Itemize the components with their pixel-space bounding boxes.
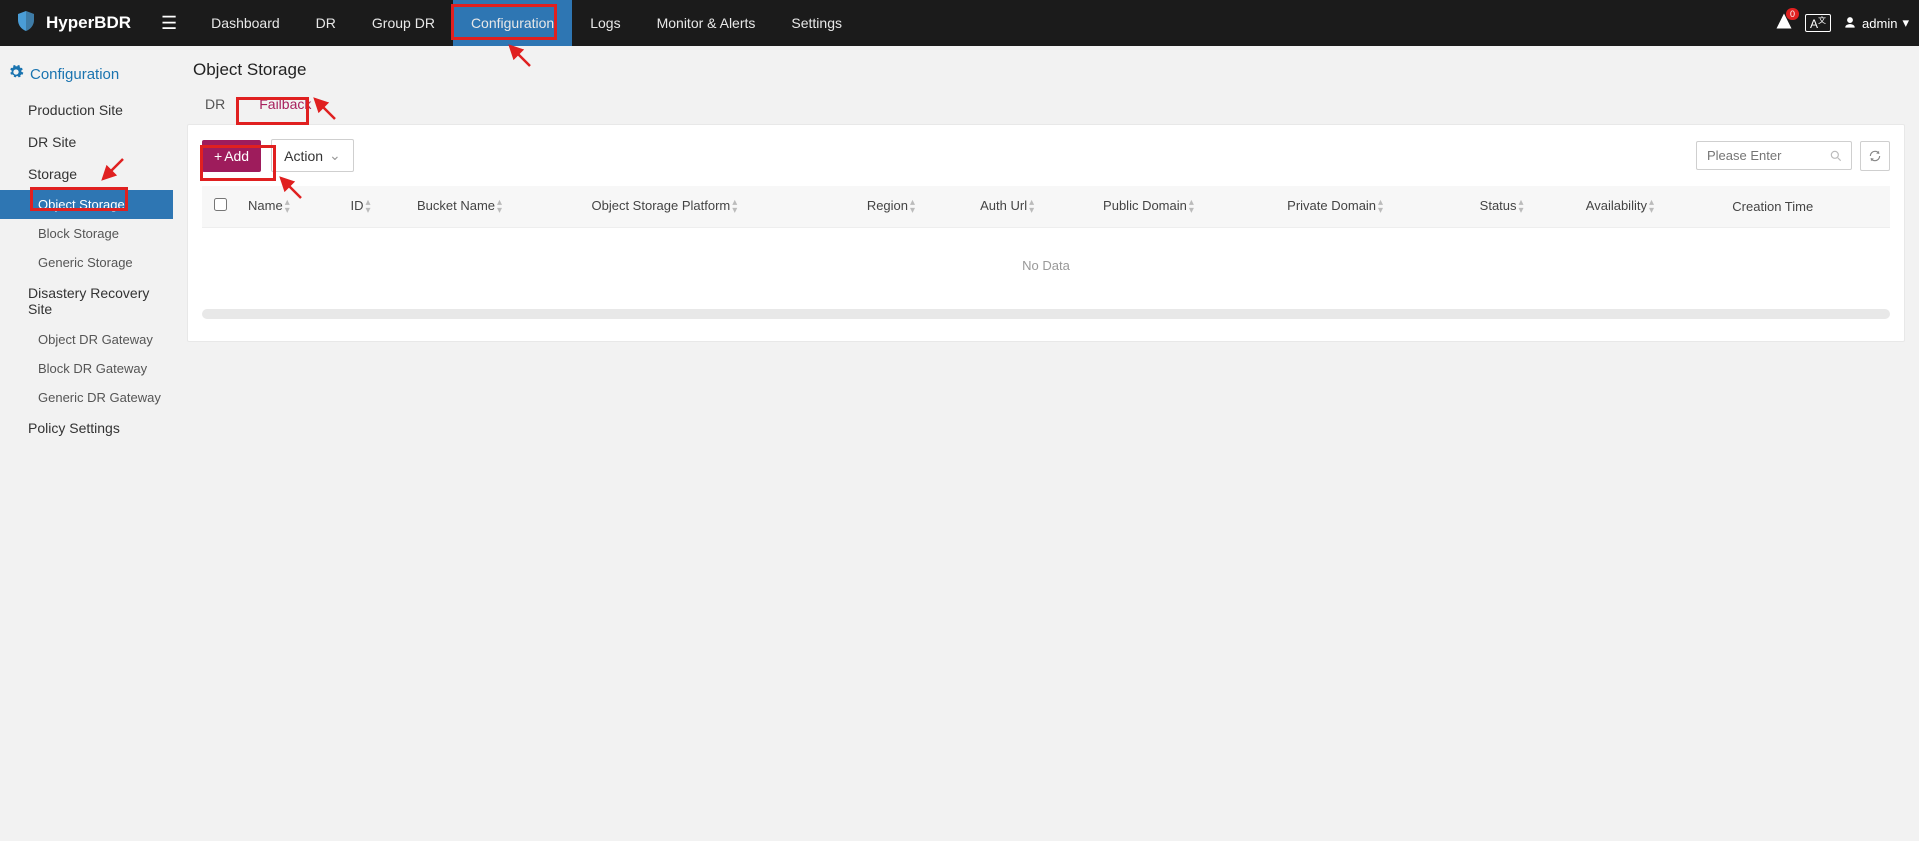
menu-toggle-icon[interactable]: ☰ — [145, 13, 193, 34]
notification-count: 0 — [1786, 8, 1799, 20]
col-id[interactable]: ID▴▾ — [341, 186, 407, 227]
col-status-label: Status — [1480, 198, 1517, 213]
sidebar-item-production-site[interactable]: Production Site — [0, 94, 173, 126]
toolbar-right — [1696, 141, 1890, 171]
nav-monitor-alerts[interactable]: Monitor & Alerts — [639, 0, 774, 46]
top-nav: HyperBDR ☰ Dashboard DR Group DR Configu… — [0, 0, 1919, 46]
nav-right: 0 A文 admin ▾ — [1775, 0, 1909, 46]
select-all-checkbox[interactable] — [214, 198, 227, 211]
sidebar-item-disaster-recovery-site[interactable]: Disastery Recovery Site — [0, 277, 173, 325]
no-data-row: No Data — [202, 227, 1890, 303]
action-button[interactable]: Action ⌄ — [271, 139, 354, 172]
tabs: DR Failback — [187, 90, 1905, 118]
nav-configuration[interactable]: Configuration — [453, 0, 572, 46]
col-region[interactable]: Region▴▾ — [857, 186, 970, 227]
sort-icon: ▴▾ — [1519, 199, 1524, 215]
notification-icon[interactable]: 0 — [1775, 12, 1793, 35]
sort-icon: ▴▾ — [285, 199, 290, 215]
sidebar-title: Configuration — [0, 58, 173, 94]
language-icon[interactable]: A文 — [1805, 14, 1831, 32]
col-osp-label: Object Storage Platform — [592, 198, 731, 213]
col-private-domain[interactable]: Private Domain▴▾ — [1277, 186, 1470, 227]
refresh-icon — [1868, 149, 1882, 163]
content: Object Storage DR Failback +Add Action ⌄ — [173, 46, 1919, 841]
add-button-label: Add — [224, 148, 249, 164]
search-input[interactable] — [1707, 148, 1823, 163]
tab-failback[interactable]: Failback — [251, 90, 319, 118]
nav-settings[interactable]: Settings — [773, 0, 860, 46]
search-icon — [1829, 149, 1843, 166]
user-menu[interactable]: admin ▾ — [1843, 15, 1909, 31]
col-privdom-label: Private Domain — [1287, 198, 1376, 213]
sort-icon: ▴▾ — [1029, 199, 1034, 215]
nav-items: Dashboard DR Group DR Configuration Logs… — [193, 0, 860, 46]
col-public-domain[interactable]: Public Domain▴▾ — [1093, 186, 1277, 227]
col-pubdom-label: Public Domain — [1103, 198, 1187, 213]
sidebar-item-policy-settings[interactable]: Policy Settings — [0, 412, 173, 444]
sort-icon: ▴▾ — [910, 199, 915, 215]
gear-icon — [8, 64, 24, 84]
user-name: admin — [1862, 16, 1897, 31]
col-bucket-name[interactable]: Bucket Name▴▾ — [407, 186, 582, 227]
shield-icon — [14, 9, 38, 38]
nav-dr[interactable]: DR — [298, 0, 354, 46]
nav-logs[interactable]: Logs — [572, 0, 638, 46]
horizontal-scrollbar[interactable] — [202, 309, 1890, 319]
sidebar-item-generic-dr-gateway[interactable]: Generic DR Gateway — [0, 383, 173, 412]
col-name-label: Name — [248, 198, 283, 213]
sort-icon: ▴▾ — [497, 199, 502, 215]
col-ctime-label: Creation Time — [1732, 199, 1813, 214]
col-object-storage-platform[interactable]: Object Storage Platform▴▾ — [582, 186, 857, 227]
col-id-label: ID — [351, 198, 364, 213]
caret-down-icon: ▾ — [1902, 15, 1909, 31]
col-avail-label: Availability — [1586, 198, 1647, 213]
sidebar-item-storage[interactable]: Storage — [0, 158, 173, 190]
sort-icon: ▴▾ — [1649, 199, 1654, 215]
refresh-button[interactable] — [1860, 141, 1890, 171]
sidebar-item-dr-site[interactable]: DR Site — [0, 126, 173, 158]
col-creation-time[interactable]: Creation Time — [1722, 186, 1890, 227]
col-name[interactable]: Name▴▾ — [238, 186, 341, 227]
col-auth-url[interactable]: Auth Url▴▾ — [970, 186, 1093, 227]
sort-icon: ▴▾ — [1189, 199, 1194, 215]
panel: +Add Action ⌄ — [187, 124, 1905, 342]
user-icon — [1843, 16, 1857, 30]
nav-dashboard[interactable]: Dashboard — [193, 0, 298, 46]
language-label: A — [1810, 17, 1818, 31]
table-wrap: Name▴▾ ID▴▾ Bucket Name▴▾ Object Storage… — [202, 186, 1890, 319]
sidebar-item-block-storage[interactable]: Block Storage — [0, 219, 173, 248]
sidebar-item-object-storage[interactable]: Object Storage — [0, 190, 173, 219]
sort-icon: ▴▾ — [1378, 199, 1383, 215]
search-box[interactable] — [1696, 141, 1852, 170]
add-button[interactable]: +Add — [202, 140, 261, 172]
sidebar-title-label: Configuration — [30, 66, 119, 83]
brand-name: HyperBDR — [46, 13, 131, 33]
col-bucket-name-label: Bucket Name — [417, 198, 495, 213]
col-availability[interactable]: Availability▴▾ — [1576, 186, 1723, 227]
data-table: Name▴▾ ID▴▾ Bucket Name▴▾ Object Storage… — [202, 186, 1890, 303]
sort-icon: ▴▾ — [366, 199, 371, 215]
sort-icon: ▴▾ — [732, 199, 737, 215]
chevron-down-icon: ⌄ — [329, 147, 341, 164]
action-button-label: Action — [284, 148, 323, 164]
tab-dr[interactable]: DR — [197, 90, 233, 118]
sidebar-item-object-dr-gateway[interactable]: Object DR Gateway — [0, 325, 173, 354]
sidebar-item-block-dr-gateway[interactable]: Block DR Gateway — [0, 354, 173, 383]
page-title: Object Storage — [187, 60, 1905, 80]
col-checkbox — [202, 186, 238, 227]
plus-icon: + — [214, 148, 222, 164]
brand: HyperBDR — [0, 9, 145, 38]
col-status[interactable]: Status▴▾ — [1470, 186, 1576, 227]
main: Configuration Production Site DR Site St… — [0, 46, 1919, 841]
col-region-label: Region — [867, 198, 908, 213]
nav-group-dr[interactable]: Group DR — [354, 0, 453, 46]
sidebar: Configuration Production Site DR Site St… — [0, 46, 173, 841]
col-auth-url-label: Auth Url — [980, 198, 1027, 213]
sidebar-item-generic-storage[interactable]: Generic Storage — [0, 248, 173, 277]
toolbar: +Add Action ⌄ — [202, 139, 1890, 172]
